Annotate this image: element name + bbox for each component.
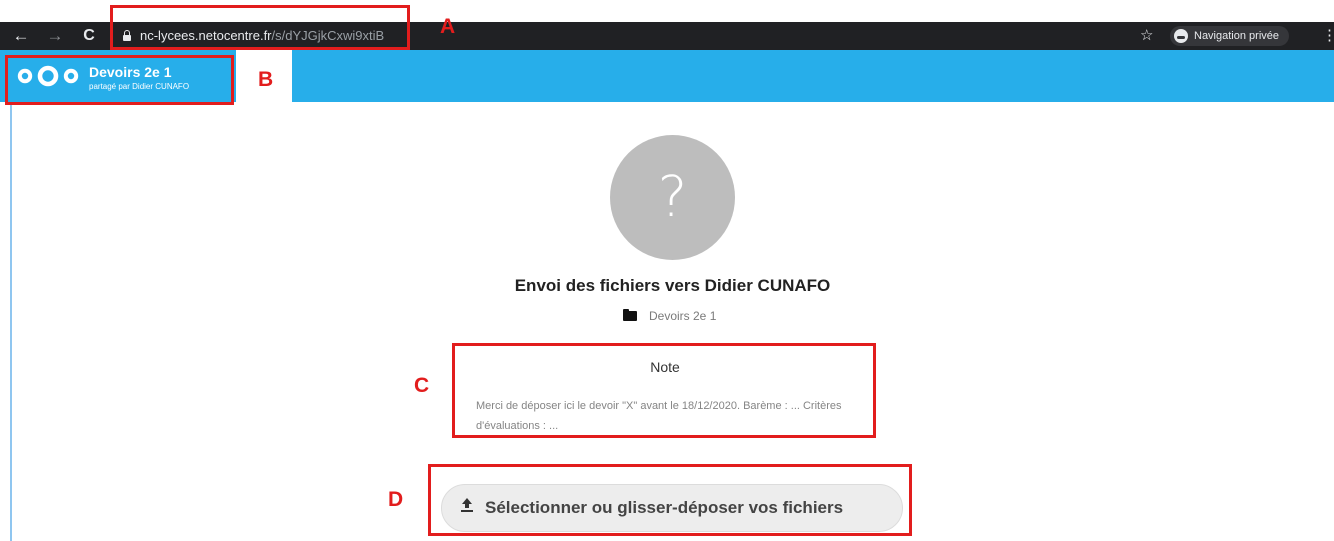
annotation-label-b: B xyxy=(258,68,274,91)
annotation-box-d xyxy=(428,464,912,536)
back-icon[interactable]: ← xyxy=(10,22,32,50)
incognito-label: Navigation privée xyxy=(1194,30,1279,42)
annotation-label-a: A xyxy=(440,15,456,38)
kebab-menu-icon[interactable]: ⋮ xyxy=(1322,22,1334,50)
star-icon[interactable]: ☆ xyxy=(1140,22,1153,50)
page-left-border xyxy=(10,102,12,541)
annotation-box-c xyxy=(452,343,876,438)
avatar: ? xyxy=(610,135,735,260)
incognito-badge[interactable]: Navigation privée xyxy=(1170,26,1289,46)
folder-name: Devoirs 2e 1 xyxy=(649,309,717,323)
incognito-icon xyxy=(1174,29,1188,43)
annotation-box-a xyxy=(110,5,410,50)
annotation-label-d: D xyxy=(388,488,404,511)
annotation-box-b xyxy=(5,55,234,105)
annotation-label-c: C xyxy=(414,374,430,397)
folder-icon xyxy=(623,309,637,321)
reload-icon[interactable]: C xyxy=(78,22,100,50)
forward-icon[interactable]: → xyxy=(44,22,66,50)
page-title: Envoi des fichiers vers Didier CUNAFO xyxy=(514,276,831,295)
